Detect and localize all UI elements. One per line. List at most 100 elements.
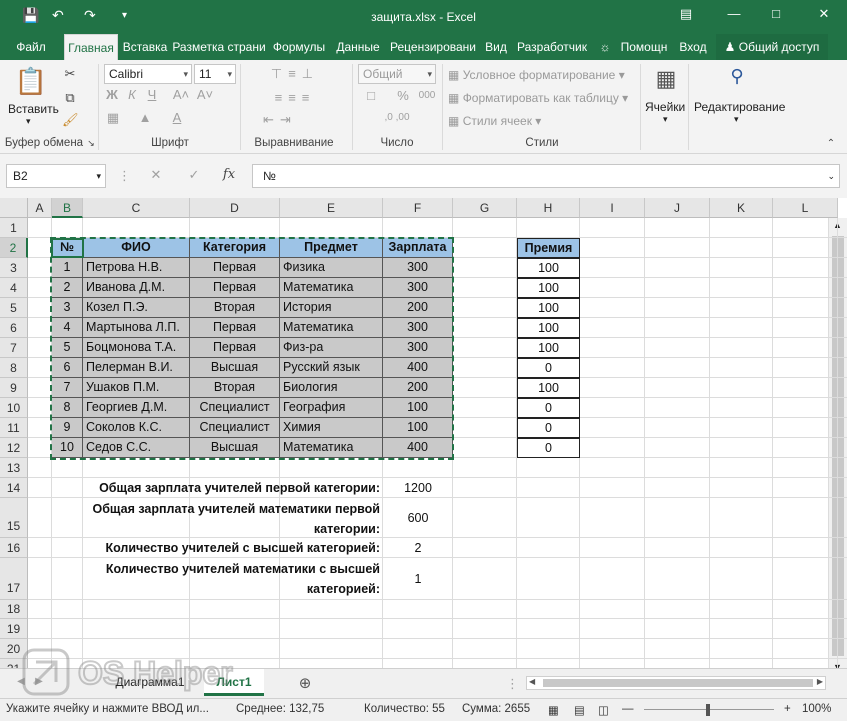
scroll-right-icon[interactable]: ▶	[817, 677, 823, 686]
row-header-6[interactable]: 6	[0, 318, 28, 338]
table-cell[interactable]: 400	[383, 358, 453, 378]
increase-font-icon[interactable]: A˄	[172, 87, 190, 102]
table-cell[interactable]: Физика	[280, 258, 383, 278]
tab-formulas[interactable]: Формулы	[268, 34, 330, 60]
table-cell[interactable]: Мартынова Л.П.	[83, 318, 190, 338]
row-header-4[interactable]: 4	[0, 278, 28, 298]
column-header-c[interactable]: C	[83, 198, 190, 218]
table-cell[interactable]: Биология	[280, 378, 383, 398]
cancel-entry-icon[interactable]: ✕	[148, 167, 164, 183]
select-all-corner[interactable]	[0, 198, 28, 218]
search-icon[interactable]: ⚲	[724, 66, 750, 87]
row-header-20[interactable]: 20	[0, 639, 28, 659]
table-header-cell[interactable]: Зарплата	[383, 238, 453, 258]
summary-label-cell[interactable]: Количество учителей математики с высшей …	[83, 558, 383, 600]
font-name-select[interactable]: Calibri ▾	[104, 64, 192, 84]
column-header-f[interactable]: F	[383, 198, 453, 218]
table-cell[interactable]: 200	[383, 378, 453, 398]
table-cell[interactable]: Ушаков П.М.	[83, 378, 190, 398]
table-cell[interactable]: 9	[52, 418, 83, 438]
collapse-ribbon-icon[interactable]: ⌃	[824, 138, 838, 149]
table-cell[interactable]: 6	[52, 358, 83, 378]
more-sheets-icon[interactable]: ⋮	[506, 676, 519, 692]
row-header-9[interactable]: 9	[0, 378, 28, 398]
table-cell[interactable]: Физ-ра	[280, 338, 383, 358]
borders-icon[interactable]: ▦	[104, 110, 122, 126]
table-cell[interactable]: География	[280, 398, 383, 418]
table-cell[interactable]: Георгиев Д.М.	[83, 398, 190, 418]
close-button[interactable]: ✕	[814, 6, 834, 22]
decrease-font-icon[interactable]: A˅	[196, 87, 214, 102]
underline-button[interactable]: Ч	[144, 87, 160, 102]
expand-formula-icon[interactable]: ⌄	[827, 165, 835, 187]
tab-data[interactable]: Данные	[332, 34, 384, 60]
next-sheet-icon[interactable]: ▶	[32, 676, 46, 687]
horizontal-scrollbar[interactable]: ◀ ▶	[526, 676, 826, 690]
table-cell[interactable]: Математика	[280, 318, 383, 338]
formula-input[interactable]: № ⌄	[252, 164, 840, 188]
horizontal-align-icons[interactable]: ≡≡≡	[250, 90, 340, 105]
currency-icon[interactable]: □	[360, 88, 382, 103]
paste-button[interactable]: Вставить	[8, 102, 59, 116]
column-header-h[interactable]: H	[517, 198, 580, 218]
row-header-3[interactable]: 3	[0, 258, 28, 278]
percent-icon[interactable]: %	[394, 88, 412, 103]
summary-label-cell[interactable]: Общая зарплата учителей первой категории…	[83, 478, 383, 498]
summary-value-cell[interactable]: 1200	[383, 478, 453, 498]
table-cell[interactable]: 300	[383, 278, 453, 298]
table-header-cell[interactable]: №	[52, 238, 83, 258]
row-header-21[interactable]: 21	[0, 659, 28, 668]
column-header-i[interactable]: I	[580, 198, 645, 218]
column-header-d[interactable]: D	[190, 198, 280, 218]
table-cell[interactable]: Соколов К.С.	[83, 418, 190, 438]
zoom-slider-thumb[interactable]	[706, 704, 710, 716]
tab-developer[interactable]: Разработчик	[512, 34, 592, 60]
lightbulb-icon[interactable]: ☼	[596, 34, 614, 60]
normal-view-icon[interactable]: ▦	[548, 703, 559, 717]
table-cell[interactable]: 100	[383, 418, 453, 438]
table-cell[interactable]: Вторая	[190, 378, 280, 398]
sheet-tab-diagram[interactable]: Диаграмма1	[104, 669, 196, 696]
indent-icons[interactable]: ⇤⇥	[250, 112, 310, 128]
table-cell[interactable]: Первая	[190, 318, 280, 338]
bonus-cell[interactable]: 100	[517, 278, 580, 298]
row-header-13[interactable]: 13	[0, 458, 28, 478]
scroll-left-icon[interactable]: ◀	[529, 677, 535, 686]
summary-value-cell[interactable]: 2	[383, 538, 453, 558]
row-header-10[interactable]: 10	[0, 398, 28, 418]
editing-dropdown-icon[interactable]: ▾	[734, 114, 739, 125]
table-cell[interactable]: Специалист	[190, 398, 280, 418]
row-header-7[interactable]: 7	[0, 338, 28, 358]
cells-dropdown-icon[interactable]: ▾	[663, 114, 668, 125]
tab-help[interactable]: Помощн	[614, 34, 674, 60]
table-cell[interactable]: 300	[383, 258, 453, 278]
table-cell[interactable]: 3	[52, 298, 83, 318]
tab-home[interactable]: Главная	[64, 34, 118, 61]
summary-value-cell[interactable]: 1	[383, 558, 453, 600]
paste-icon[interactable]: 📋	[14, 66, 48, 97]
table-cell[interactable]: Химия	[280, 418, 383, 438]
table-cell[interactable]: Вторая	[190, 298, 280, 318]
table-header-cell[interactable]: Предмет	[280, 238, 383, 258]
table-cell[interactable]: Козел П.Э.	[83, 298, 190, 318]
table-header-cell[interactable]: ФИО	[83, 238, 190, 258]
row-header-1[interactable]: 1	[0, 218, 28, 238]
number-format-select[interactable]: Общий ▾	[358, 64, 436, 84]
format-painter-icon[interactable]: 🖌	[62, 112, 79, 128]
bonus-cell[interactable]: 0	[517, 398, 580, 418]
editing-button[interactable]: Редактирование	[694, 100, 785, 114]
table-cell[interactable]: Первая	[190, 338, 280, 358]
vertical-align-icons[interactable]: ⊤≡⊥	[250, 66, 340, 82]
font-size-select[interactable]: 11 ▾	[194, 64, 236, 84]
table-cell[interactable]: Высшая	[190, 438, 280, 458]
summary-label-cell[interactable]: Количество учителей с высшей категорией:	[83, 538, 383, 558]
zoom-out-icon[interactable]: —	[622, 703, 634, 715]
table-cell[interactable]: Высшая	[190, 358, 280, 378]
table-cell[interactable]: Первая	[190, 278, 280, 298]
name-box[interactable]: B2 ▾	[6, 164, 106, 188]
cut-icon[interactable]: ✂	[62, 66, 78, 82]
table-cell[interactable]: Специалист	[190, 418, 280, 438]
clipboard-launcher-icon[interactable]: ↘	[86, 138, 96, 149]
table-cell[interactable]: Математика	[280, 438, 383, 458]
table-cell[interactable]: 100	[383, 398, 453, 418]
